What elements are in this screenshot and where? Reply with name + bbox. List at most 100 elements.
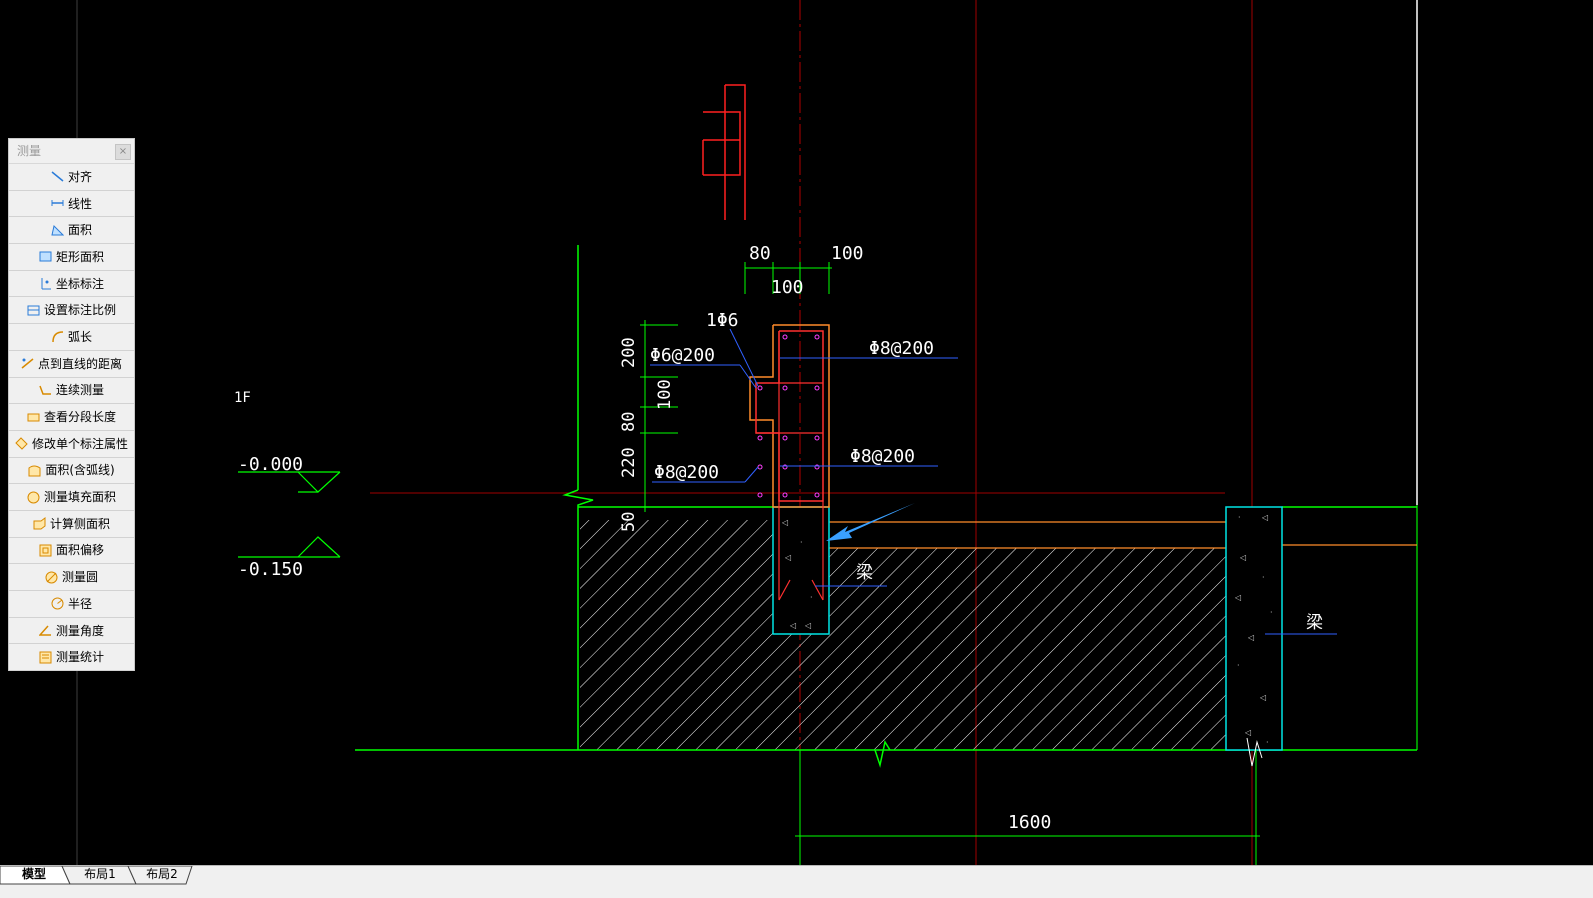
svg-text:·: · (1262, 573, 1265, 582)
measure-tool-continuous-measure[interactable]: 连续测量 (9, 378, 134, 405)
beam-section-right (1225, 506, 1283, 751)
rect-area-icon (39, 250, 52, 263)
measure-tool-hatch-area[interactable]: 测量填充面积 (9, 484, 134, 511)
continuous-measure-icon (39, 384, 52, 397)
measure-tool-label: 面积偏移 (55, 543, 104, 558)
svg-text:·: · (1237, 661, 1240, 670)
beam-label-2: 梁 (1306, 613, 1323, 633)
measure-tool-label: 矩形面积 (55, 249, 104, 264)
measure-tool-label: 计算侧面积 (49, 516, 110, 531)
measure-tool-align-measure[interactable]: 对齐 (9, 164, 134, 191)
measure-tool-label: 对齐 (67, 169, 92, 184)
svg-text:◁: ◁ (789, 621, 796, 630)
measure-tool-side-area[interactable]: 计算侧面积 (9, 511, 134, 538)
layout-tab-bar: 模型 布局1 布局2 (0, 865, 1593, 898)
measure-tool-label: 面积(含弧线) (45, 463, 115, 478)
measure-tool-edit-dim[interactable]: 修改单个标注属性 (9, 431, 134, 458)
measure-tool-coordinate[interactable]: 坐标标注 (9, 271, 134, 298)
rebar-label-5: Φ8@200 (654, 462, 719, 483)
rebar-label-2: Φ6@200 (650, 345, 715, 366)
svg-text:◁: ◁ (804, 621, 811, 630)
measure-tool-label: 面积 (67, 223, 92, 238)
statistics-icon (39, 651, 52, 664)
measure-toolbar-panel: 测量 × 对齐线性面积矩形面积坐标标注设置标注比例 弧长点到直线的距离 连续测量查看… (8, 138, 135, 672)
measure-tool-label: 弧长 (67, 329, 92, 344)
radius-icon (51, 597, 64, 610)
svg-text:◁: ◁ (1247, 633, 1254, 642)
measure-tool-label: 修改单个标注属性 (31, 436, 128, 451)
svg-text:◁: ◁ (1261, 513, 1268, 522)
linear-measure-icon (51, 197, 64, 210)
arc-area-icon (28, 464, 41, 477)
dim-100-top: 100 (831, 243, 864, 264)
measure-tool-scale[interactable]: 设置标注比例 (9, 297, 134, 325)
coordinate-icon (39, 277, 52, 290)
measure-tool-rect-area[interactable]: 矩形面积 (9, 244, 134, 271)
close-icon[interactable]: × (115, 144, 131, 160)
svg-text:◁: ◁ (1234, 593, 1241, 602)
svg-text:·: · (810, 593, 813, 602)
measure-tool-segment-length[interactable]: 查看分段长度 (9, 404, 134, 431)
rebar-label-4: Φ8@200 (850, 446, 915, 467)
dim-50-v: 50 (619, 512, 639, 532)
level-0000: -0.000 (238, 454, 303, 475)
measure-tool-arc-area[interactable]: 面积(含弧线) (9, 458, 134, 485)
arc-length-icon (51, 330, 64, 343)
align-measure-icon (51, 170, 64, 183)
point-line-distance-icon (21, 357, 34, 370)
measure-tool-arc-length[interactable]: 弧长 (9, 324, 134, 351)
svg-text:·: · (800, 538, 803, 547)
parapet-outline (749, 324, 830, 508)
floor-label: 1F (234, 390, 251, 406)
measure-tool-label: 查看分段长度 (43, 410, 116, 425)
rebar-label-3: Φ8@200 (869, 338, 934, 359)
measure-tool-angle[interactable]: 测量角度 (9, 618, 134, 645)
level-0150: -0.150 (238, 559, 303, 580)
scale-icon (27, 304, 40, 317)
measure-tool-label: 半径 (67, 596, 92, 611)
edit-dim-icon (15, 437, 28, 450)
measure-tool-label: 测量圆 (61, 570, 98, 585)
measure-tool-point-line-distance[interactable]: 点到直线的距离 (9, 351, 134, 378)
dim-80-v: 80 (619, 412, 639, 432)
area-offset-icon (39, 544, 52, 557)
measure-tool-statistics[interactable]: 测量统计 (9, 644, 134, 672)
measure-tool-area[interactable]: 面积 (9, 217, 134, 245)
panel-title: 测量 (17, 144, 42, 158)
svg-text:·: · (1238, 513, 1241, 522)
area-icon (51, 224, 64, 237)
tab-layout-2[interactable]: 布局2 (136, 866, 188, 884)
dim-1600: 1600 (1008, 812, 1051, 833)
measure-tool-radius[interactable]: 半径 (9, 591, 134, 618)
tab-model[interactable]: 模型 (8, 866, 60, 884)
svg-text:·: · (1270, 608, 1273, 617)
measure-tool-label: 坐标标注 (55, 276, 104, 291)
svg-text:◁: ◁ (781, 518, 788, 527)
measure-tool-area-offset[interactable]: 面积偏移 (9, 538, 134, 565)
svg-text:◁: ◁ (1244, 728, 1251, 737)
svg-text:◁: ◁ (1259, 693, 1266, 702)
dim-220-v: 220 (619, 447, 639, 478)
svg-text:◁: ◁ (1239, 553, 1246, 562)
measure-tool-label: 设置标注比例 (43, 303, 116, 318)
beam-label-1: 梁 (856, 563, 873, 583)
measure-tool-label: 连续测量 (55, 383, 104, 398)
dim-100-v: 100 (655, 379, 675, 410)
segment-length-icon (27, 411, 40, 424)
panel-header[interactable]: 测量 × (9, 139, 134, 164)
measure-tool-label: 测量统计 (55, 650, 104, 665)
svg-text:·: · (1266, 738, 1269, 747)
dim-200-v: 200 (619, 337, 639, 368)
measure-tool-label: 点到直线的距离 (37, 356, 122, 371)
cad-drawing-canvas[interactable]: ◁ · ◁ · ◁ ◁ ◁ · ◁ ◁ · · ◁ ◁ · · ◁ 1F -0.000 -0.15… (0, 0, 1593, 878)
measure-tool-circle[interactable]: 测量圆 (9, 564, 134, 591)
dim-80-top: 80 (749, 243, 771, 264)
soil-hatch (580, 520, 1226, 750)
rebar-label-1: 1Φ6 (706, 310, 739, 331)
svg-text:◁: ◁ (784, 553, 791, 562)
measure-tool-label: 线性 (67, 196, 92, 211)
angle-icon (38, 624, 52, 637)
tab-layout-1[interactable]: 布局1 (74, 866, 126, 884)
measure-tool-linear-measure[interactable]: 线性 (9, 191, 134, 218)
side-area-icon (33, 517, 46, 530)
